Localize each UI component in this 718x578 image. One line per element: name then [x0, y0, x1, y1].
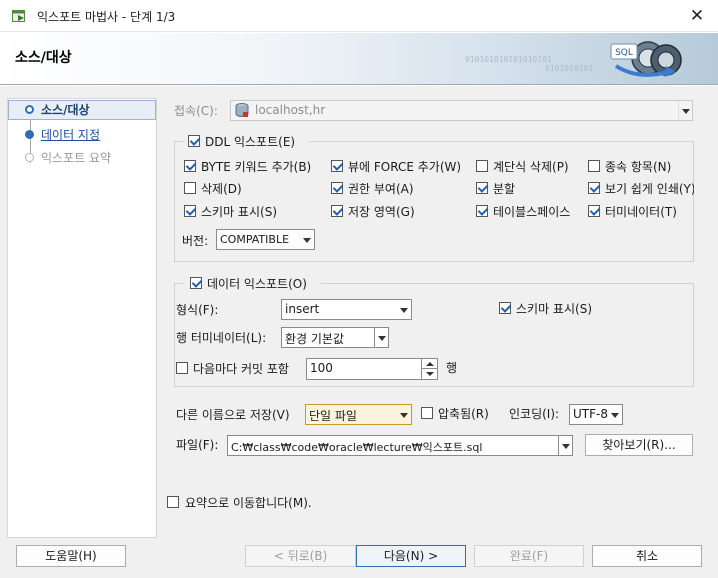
encoding-value: UTF-8	[573, 407, 608, 421]
step-specify-data[interactable]: 데이터 지정	[41, 126, 100, 143]
step-source-target[interactable]: 소스/대상	[41, 101, 90, 118]
save-as-select[interactable]: 단일 파일	[305, 404, 412, 425]
connection-select[interactable]: localhost,hr	[230, 100, 693, 121]
drop-checkbox[interactable]	[184, 182, 196, 194]
grants-label: 권한 부여(A)	[348, 182, 414, 196]
dependents-checkbox[interactable]	[588, 160, 600, 172]
chevron-down-icon	[397, 300, 411, 319]
encoding-select[interactable]: UTF-8	[569, 404, 623, 425]
spinner-up-icon[interactable]	[421, 359, 437, 369]
connection-label: 접속(C):	[174, 104, 218, 118]
commit-rows-spinner[interactable]: 100	[306, 358, 438, 380]
data-show-schema-label: 스키마 표시(S)	[516, 302, 592, 316]
chevron-down-icon	[678, 101, 692, 120]
force-view-label: 뷰에 FORCE 추가(W)	[348, 160, 462, 174]
byte-keyword-label: BYTE 키워드 추가(B)	[201, 160, 312, 174]
finish-button[interactable]: 완료(F)	[474, 545, 584, 567]
commit-label: 다음마다 커밋 포함	[193, 362, 289, 376]
byte-keyword-checkbox[interactable]	[184, 160, 196, 172]
spinner-down-icon[interactable]	[421, 369, 437, 379]
storage-label: 저장 영역(G)	[348, 205, 415, 219]
binary-line: 010101010101010101	[465, 55, 552, 64]
terminator-checkbox[interactable]	[588, 205, 600, 217]
next-button[interactable]: 다음(N) >	[356, 545, 466, 567]
version-select[interactable]: COMPATIBLE	[216, 229, 315, 250]
file-label: 파일(F):	[176, 438, 219, 452]
pretty-print-checkbox[interactable]	[588, 182, 600, 194]
chevron-down-icon	[300, 230, 314, 249]
force-view-checkbox[interactable]	[331, 160, 343, 172]
step-list: 소스/대상 데이터 지정 익스포트 요약	[7, 98, 157, 168]
version-value: COMPATIBLE	[220, 233, 290, 246]
window-title: 익스포트 마법사 - 단계 1/3	[37, 10, 176, 24]
format-label: 형식(F):	[176, 303, 219, 317]
commit-rows-value: 100	[310, 361, 333, 375]
back-button[interactable]: < 뒤로(B)	[245, 545, 356, 567]
ddl-export-checkbox[interactable]	[188, 135, 200, 147]
show-schema-label: 스키마 표시(S)	[201, 205, 277, 219]
row-terminator-select[interactable]: 환경 기본값	[281, 327, 389, 348]
dependents-label: 종속 항목(N)	[605, 160, 672, 174]
partitioning-label: 분할	[493, 182, 516, 196]
save-as-value: 단일 파일	[309, 409, 357, 423]
connection-value: localhost,hr	[255, 103, 326, 117]
compressed-label: 압축됨(R)	[438, 407, 489, 421]
row-terminator-label: 행 터미네이터(L):	[176, 331, 267, 345]
compressed-checkbox[interactable]	[421, 407, 433, 419]
encoding-label: 인코딩(I):	[509, 407, 560, 421]
step-export-summary: 익스포트 요약	[41, 151, 112, 165]
binary-line: 0101010101	[545, 64, 594, 73]
summary-jump-label: 요약으로 이동합니다(M).	[185, 496, 312, 510]
format-value: insert	[285, 302, 320, 316]
step-current-dot	[25, 105, 34, 114]
show-schema-checkbox[interactable]	[184, 205, 196, 217]
cascade-drop-label: 계단식 삭제(P)	[493, 160, 569, 174]
ddl-export-label: DDL 익스포트(E)	[205, 135, 296, 149]
data-show-schema-checkbox[interactable]	[499, 302, 511, 314]
partitioning-checkbox[interactable]	[476, 182, 488, 194]
step-dot	[25, 130, 34, 139]
database-icon	[235, 103, 249, 117]
summary-jump-checkbox[interactable]	[167, 496, 179, 508]
chevron-down-icon	[558, 436, 572, 455]
file-path-combo[interactable]: C:₩class₩code₩oracle₩lecture₩익스포트.sql	[227, 435, 573, 456]
sql-badge-text: SQL	[615, 48, 633, 58]
title-bar: 익스포트 마법사 - 단계 1/3 ✕	[0, 0, 718, 32]
commit-checkbox[interactable]	[176, 362, 188, 374]
pretty-print-label: 보기 쉽게 인쇄(Y)	[605, 182, 694, 196]
page-title: 소스/대상	[15, 50, 72, 66]
sql-export-icon: SQL	[610, 41, 682, 77]
row-terminator-value: 환경 기본값	[285, 332, 345, 346]
terminator-label: 터미네이터(T)	[605, 205, 677, 219]
grants-checkbox[interactable]	[331, 182, 343, 194]
data-export-label: 데이터 익스포트(O)	[207, 277, 307, 291]
chevron-down-icon	[608, 405, 622, 424]
help-button[interactable]: 도움말(H)	[16, 545, 126, 567]
tablespace-label: 테이블스페이스	[493, 205, 571, 219]
tablespace-checkbox[interactable]	[476, 205, 488, 217]
app-icon	[12, 10, 25, 22]
step-dot-disabled	[25, 153, 34, 162]
cascade-drop-checkbox[interactable]	[476, 160, 488, 172]
data-export-checkbox[interactable]	[190, 277, 202, 289]
browse-button[interactable]: 찾아보기(R)...	[585, 434, 693, 456]
save-as-label: 다른 이름으로 저장(V)	[176, 408, 290, 422]
storage-checkbox[interactable]	[331, 205, 343, 217]
binary-decoration: 010101010101010101 0101010101	[465, 55, 593, 73]
close-icon[interactable]: ✕	[686, 5, 708, 27]
format-select[interactable]: insert	[281, 299, 412, 320]
commit-unit-label: 행	[446, 361, 458, 375]
file-path-value: C:₩class₩code₩oracle₩lecture₩익스포트.sql	[231, 441, 483, 454]
cancel-button[interactable]: 취소	[592, 545, 702, 567]
version-label: 버전:	[182, 234, 209, 248]
drop-label: 삭제(D)	[201, 182, 242, 196]
chevron-down-icon	[374, 328, 388, 347]
chevron-down-icon	[397, 405, 411, 424]
